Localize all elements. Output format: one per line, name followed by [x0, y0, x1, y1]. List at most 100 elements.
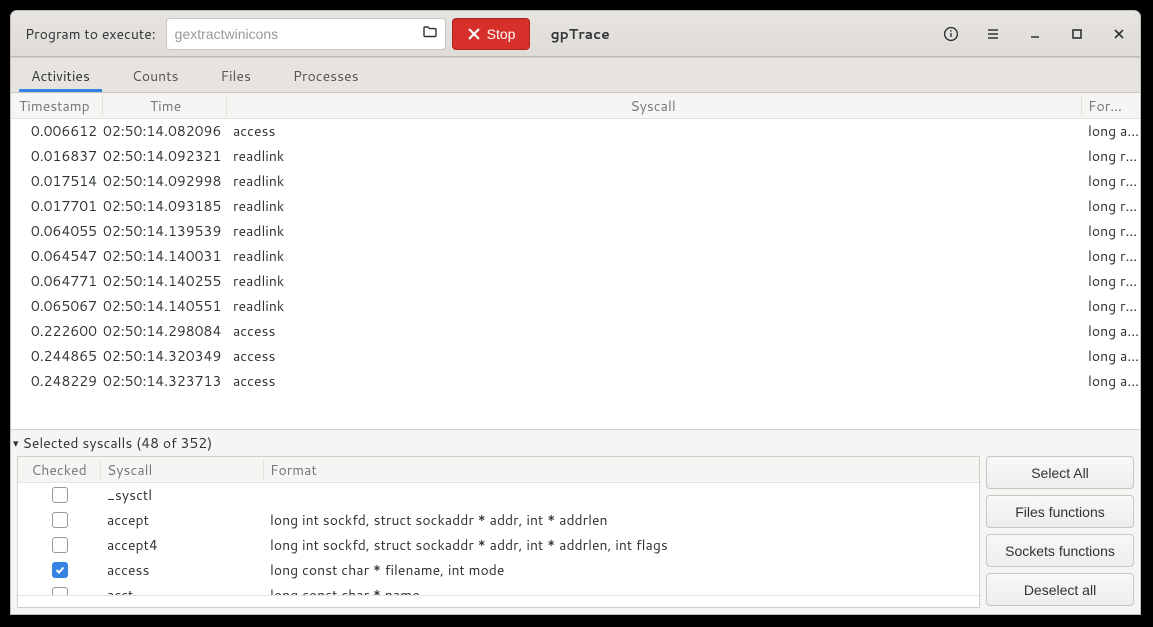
col-checked[interactable]: Checked	[18, 460, 101, 480]
program-input-wrap	[166, 18, 446, 50]
table-row[interactable]: 0.06454702:50:14.140031readlinklong r…	[11, 244, 1140, 269]
minimize-icon	[1027, 26, 1043, 42]
cell-timestamp: 0.016837	[11, 146, 103, 166]
list-item[interactable]: _sysctl	[18, 483, 979, 508]
cell-time: 02:50:14.140031	[103, 246, 227, 266]
syscalls-table: Checked Syscall Format _sysctl acceptlong…	[17, 456, 980, 608]
bottom-pane: Checked Syscall Format _sysctl acceptlong…	[11, 456, 1140, 614]
table-row[interactable]: 0.00661202:50:14.082096accesslong a…	[11, 119, 1140, 144]
cell-format: long r…	[1082, 196, 1140, 216]
stop-label: Stop	[487, 26, 516, 42]
horizontal-scrollbar[interactable]	[18, 595, 979, 607]
activities-body[interactable]: 0.00661202:50:14.082096accesslong a…0.01…	[11, 119, 1140, 429]
main-window: Program to execute: Stop gpTrace	[10, 10, 1141, 615]
cell-format: long a…	[1082, 321, 1140, 341]
cell-syscall: readlink	[227, 271, 1082, 291]
table-row[interactable]: 0.24486502:50:14.320349accesslong a…	[11, 344, 1140, 369]
col-format[interactable]: Format	[1082, 96, 1140, 116]
hamburger-icon	[985, 26, 1001, 42]
col-fmt[interactable]: Format	[264, 460, 979, 480]
table-row[interactable]: 0.06477102:50:14.140255readlinklong r…	[11, 269, 1140, 294]
cell-time: 02:50:14.139539	[103, 221, 227, 241]
table-row[interactable]: 0.01683702:50:14.092321readlinklong r…	[11, 144, 1140, 169]
table-row[interactable]: 0.01751402:50:14.092998readlinklong r…	[11, 169, 1140, 194]
cell-syscall: access	[227, 121, 1082, 141]
cell-syscall: acct	[101, 585, 264, 595]
list-item[interactable]: accesslong const char * filename, int mo…	[18, 558, 979, 583]
cell-syscall: _sysctl	[101, 485, 264, 505]
cell-checked	[18, 537, 101, 553]
cell-time: 02:50:14.092998	[103, 171, 227, 191]
cell-timestamp: 0.064055	[11, 221, 103, 241]
stop-button[interactable]: Stop	[452, 18, 531, 50]
cell-timestamp: 0.244865	[11, 346, 103, 366]
col-timestamp[interactable]: Timestamp	[11, 96, 103, 116]
select-all-button[interactable]: Select All	[986, 456, 1134, 489]
cell-checked	[18, 562, 101, 578]
files-functions-button[interactable]: Files functions	[986, 495, 1134, 528]
table-row[interactable]: 0.06405502:50:14.139539readlinklong r…	[11, 219, 1140, 244]
col-time[interactable]: Time	[103, 96, 227, 116]
cell-timestamp: 0.065067	[11, 296, 103, 316]
sockets-functions-button[interactable]: Sockets functions	[986, 534, 1134, 567]
checkbox-icon[interactable]	[52, 562, 68, 578]
syscalls-body[interactable]: _sysctl acceptlong int sockfd, struct soc…	[18, 483, 979, 595]
tab-files[interactable]: Files	[208, 58, 262, 92]
close-button[interactable]	[1104, 19, 1134, 49]
cell-syscall: readlink	[227, 196, 1082, 216]
cell-syscall: access	[227, 371, 1082, 391]
cell-syscall: readlink	[227, 146, 1082, 166]
syscall-actions: Select All Files functions Sockets funct…	[986, 456, 1134, 608]
cell-checked	[18, 512, 101, 528]
info-icon	[943, 26, 959, 42]
cell-timestamp: 0.248229	[11, 371, 103, 391]
cell-format: long r…	[1082, 296, 1140, 316]
cell-time: 02:50:14.323713	[103, 371, 227, 391]
about-button[interactable]	[936, 19, 966, 49]
syscalls-expander[interactable]: ▾ Selected syscalls (48 of 352)	[11, 429, 1140, 456]
cell-format: long r…	[1082, 146, 1140, 166]
tabbar: Activities Counts Files Processes	[11, 57, 1140, 93]
cell-timestamp: 0.006612	[11, 121, 103, 141]
cell-syscall: access	[101, 560, 264, 580]
list-item[interactable]: accept4long int sockfd, struct sockaddr …	[18, 533, 979, 558]
deselect-all-button[interactable]: Deselect all	[986, 573, 1134, 606]
program-label: Program to execute:	[17, 24, 160, 44]
cell-format: long r…	[1082, 246, 1140, 266]
program-input[interactable]	[166, 18, 446, 50]
syscalls-header: Checked Syscall Format	[18, 457, 979, 483]
cell-format: long const char * filename, int mode	[264, 560, 979, 580]
list-item[interactable]: acctlong const char * name	[18, 583, 979, 595]
maximize-button[interactable]	[1062, 19, 1092, 49]
checkbox-icon[interactable]	[52, 587, 68, 595]
expander-label: Selected syscalls (48 of 352)	[23, 433, 213, 453]
cell-syscall: readlink	[227, 221, 1082, 241]
open-folder-icon[interactable]	[422, 23, 438, 44]
cell-timestamp: 0.017514	[11, 171, 103, 191]
minimize-button[interactable]	[1020, 19, 1050, 49]
cell-format: long r…	[1082, 221, 1140, 241]
cell-checked	[18, 587, 101, 595]
table-row[interactable]: 0.22260002:50:14.298084accesslong a…	[11, 319, 1140, 344]
close-icon	[1111, 26, 1127, 42]
list-item[interactable]: acceptlong int sockfd, struct sockaddr *…	[18, 508, 979, 533]
tab-counts[interactable]: Counts	[120, 58, 191, 92]
window-title: gpTrace	[536, 24, 609, 44]
cell-format: long r…	[1082, 271, 1140, 291]
tab-activities[interactable]: Activities	[19, 58, 102, 92]
cell-syscall: readlink	[227, 171, 1082, 191]
table-row[interactable]: 0.01770102:50:14.093185readlinklong r…	[11, 194, 1140, 219]
checkbox-icon[interactable]	[52, 512, 68, 528]
col-syscall[interactable]: Syscall	[227, 96, 1082, 116]
chevron-down-icon: ▾	[13, 435, 19, 451]
checkbox-icon[interactable]	[52, 487, 68, 503]
checkbox-icon[interactable]	[52, 537, 68, 553]
table-row[interactable]: 0.24822902:50:14.323713accesslong a…	[11, 369, 1140, 394]
cell-syscall: readlink	[227, 246, 1082, 266]
col-sc[interactable]: Syscall	[101, 460, 264, 480]
table-row[interactable]: 0.06506702:50:14.140551readlinklong r…	[11, 294, 1140, 319]
cell-time: 02:50:14.298084	[103, 321, 227, 341]
cell-timestamp: 0.017701	[11, 196, 103, 216]
tab-processes[interactable]: Processes	[281, 58, 371, 92]
menu-button[interactable]	[978, 19, 1008, 49]
